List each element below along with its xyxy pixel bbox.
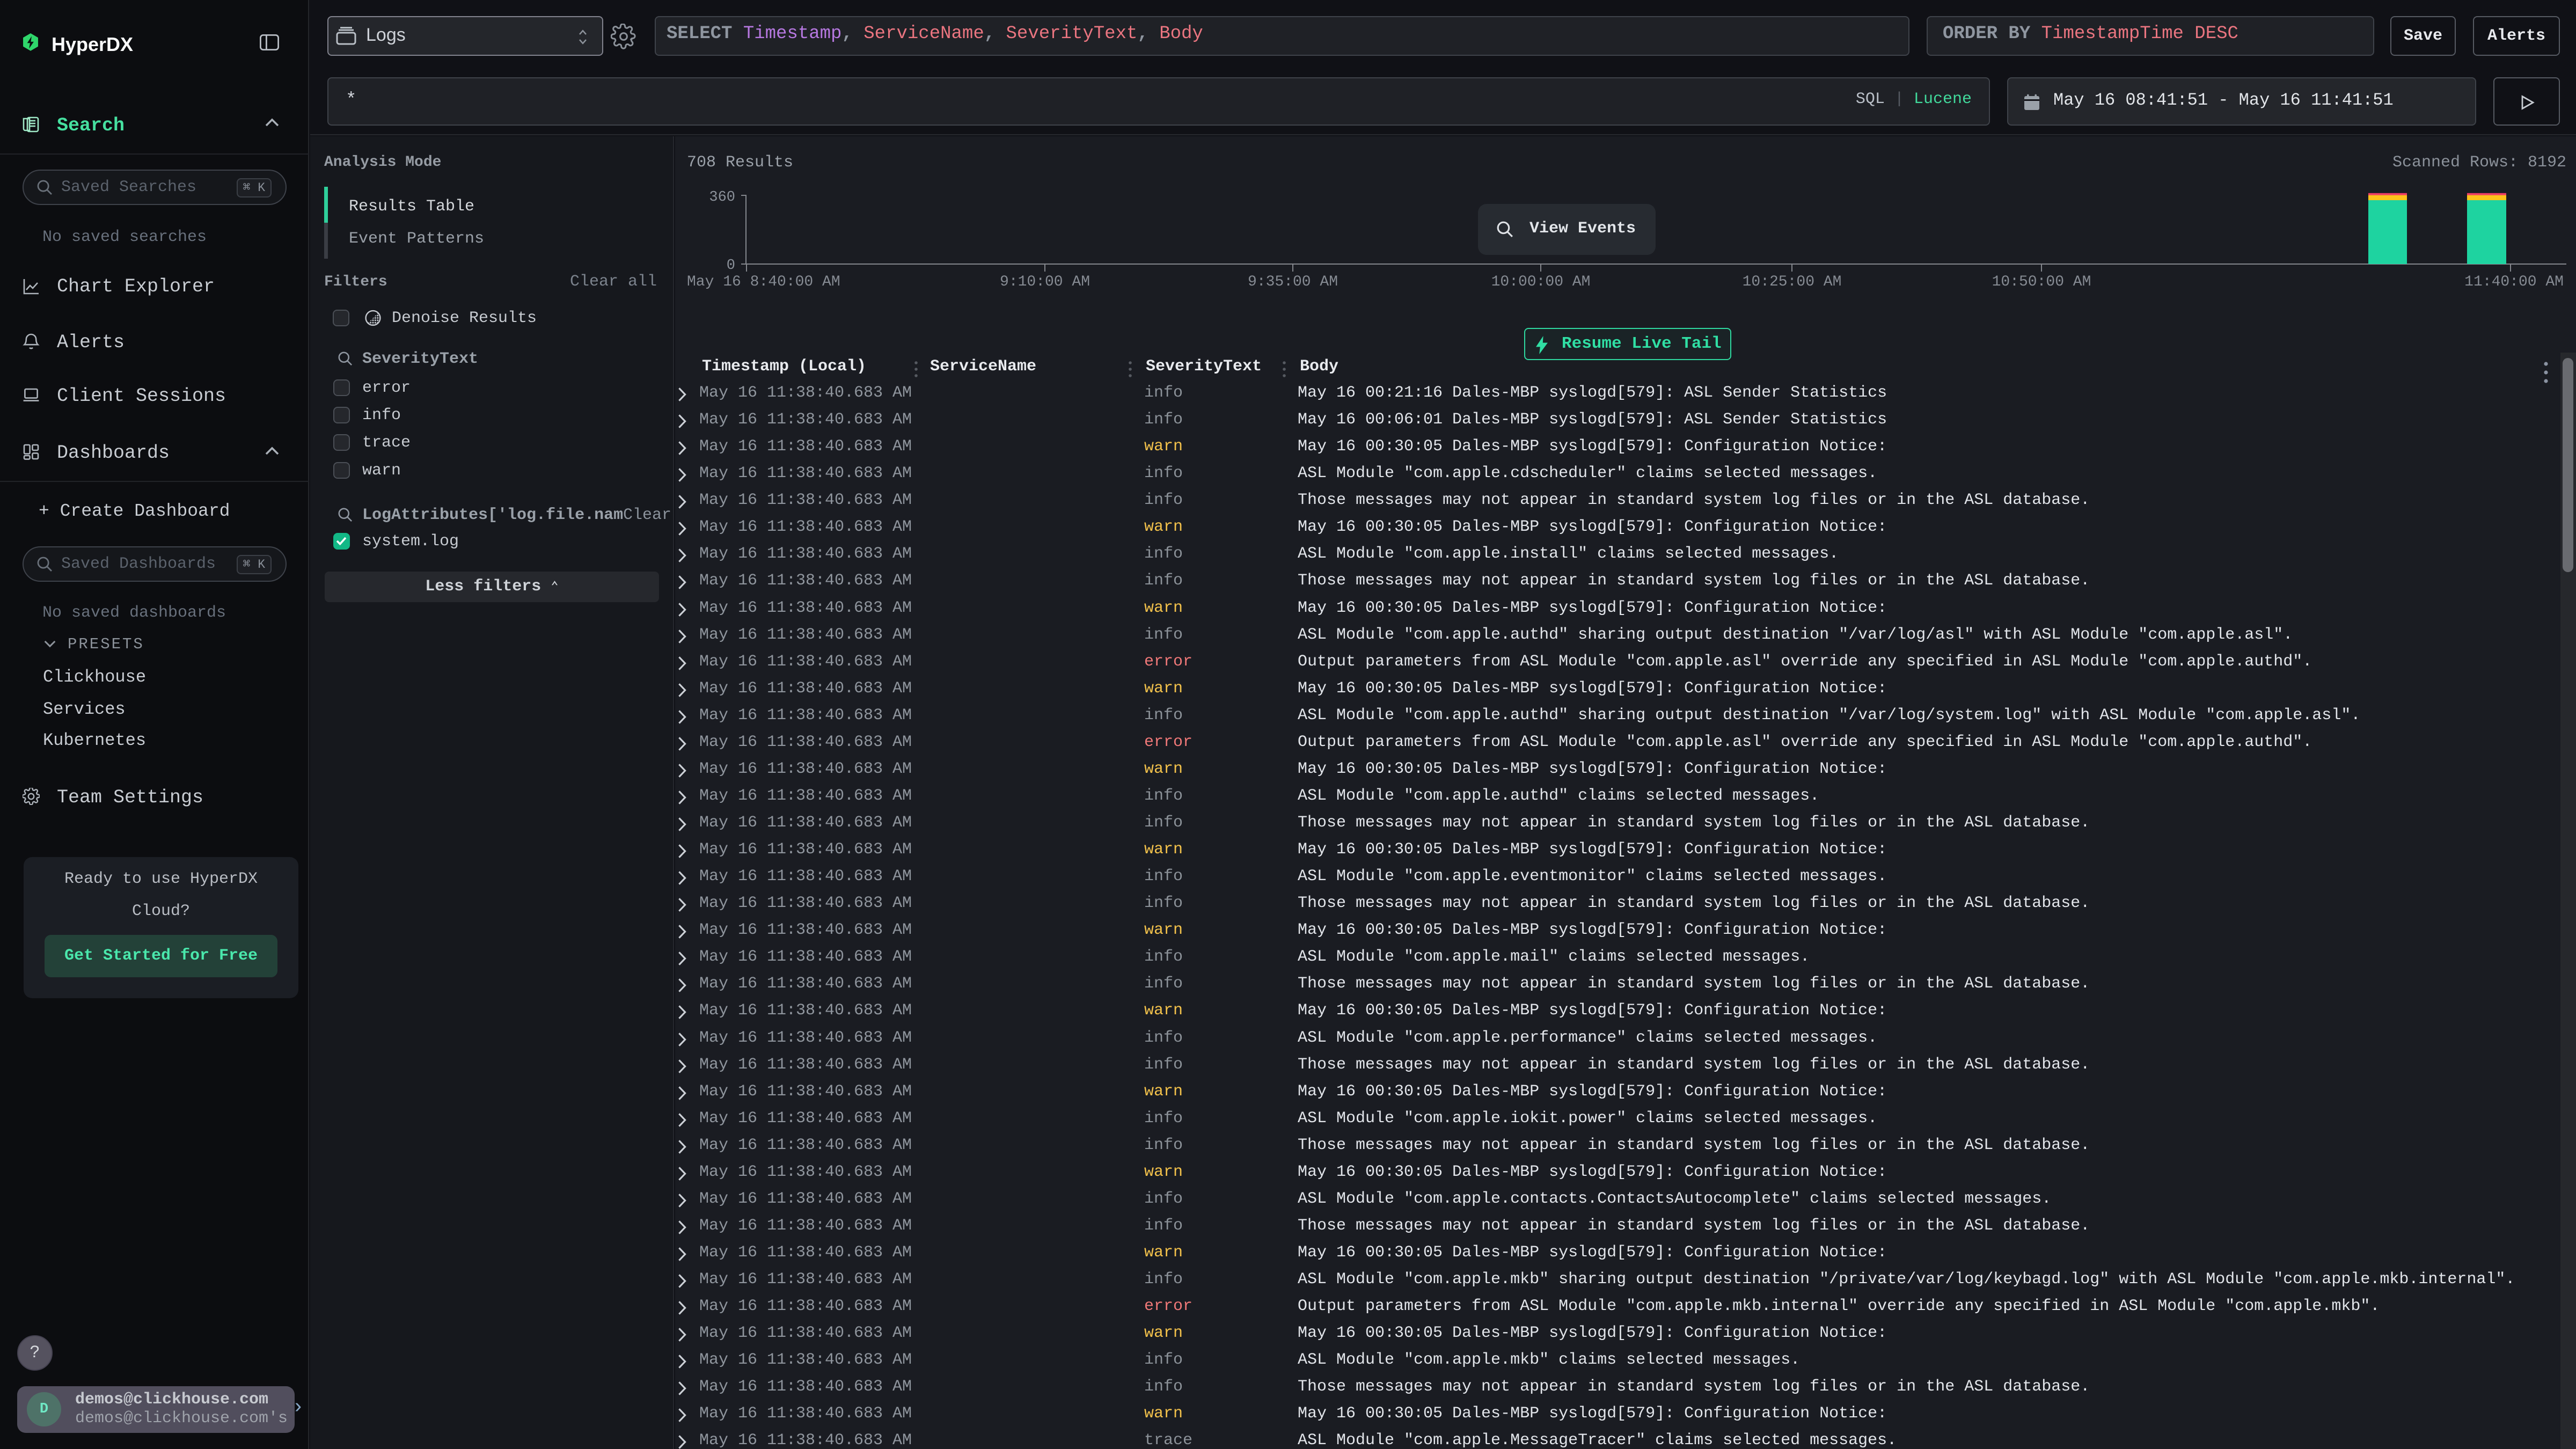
svg-text:9:35:00 AM: 9:35:00 AM bbox=[1248, 274, 1338, 290]
svg-text:10:25:00 AM: 10:25:00 AM bbox=[1743, 274, 1842, 290]
svg-text:9:10:00 AM: 9:10:00 AM bbox=[1000, 274, 1090, 290]
svg-text:May 16 8:40:00 AM: May 16 8:40:00 AM bbox=[687, 274, 840, 290]
svg-text:11:40:00 AM: 11:40:00 AM bbox=[2464, 274, 2564, 290]
svg-text:10:00:00 AM: 10:00:00 AM bbox=[1491, 274, 1591, 290]
svg-text:360: 360 bbox=[709, 189, 735, 206]
svg-text:10:50:00 AM: 10:50:00 AM bbox=[1992, 274, 2091, 290]
svg-text:0: 0 bbox=[727, 258, 735, 274]
